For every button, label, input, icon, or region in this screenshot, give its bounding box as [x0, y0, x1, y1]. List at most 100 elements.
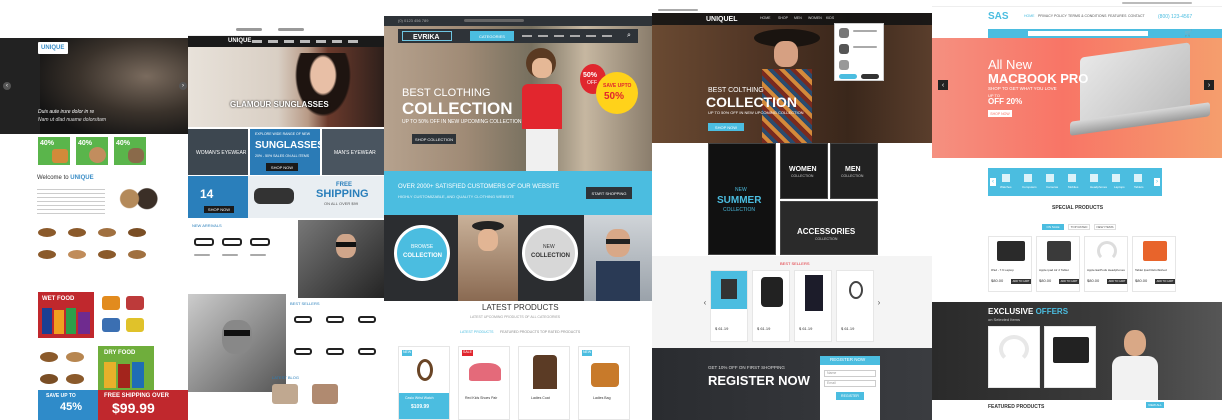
cart-dropdown[interactable]: [834, 23, 884, 81]
product-name: Ladies Coat: [531, 396, 550, 400]
sunglasses-logo[interactable]: UNIQUE: [228, 38, 251, 44]
carousel-prev-icon[interactable]: ‹: [702, 298, 708, 307]
register-section: GET 10% OFF ON FIRST SHOPPING REGISTER N…: [652, 348, 932, 420]
exclusive-product-card[interactable]: [988, 326, 1040, 388]
uniquel-product-card[interactable]: $ 61.19: [710, 270, 748, 342]
category-computers[interactable]: Computers: [1022, 186, 1037, 189]
sas-nav-terms[interactable]: TERMS & CONDITIONS: [1068, 14, 1107, 19]
uniquel-nav-women[interactable]: WOMEN: [808, 16, 822, 21]
sas-nav-privacy[interactable]: PRIVACY POLICY: [1038, 14, 1067, 19]
uniquel-nav-shop[interactable]: SHOP: [778, 16, 788, 21]
add-to-cart-button[interactable]: ADD TO CART: [1011, 279, 1031, 284]
sas-product-card[interactable]: Apple EarPods Headphones $80.00 ADD TO C…: [1084, 236, 1128, 292]
register-name-field[interactable]: Name: [824, 370, 876, 377]
promo-box-2[interactable]: 40%: [76, 137, 108, 165]
category-next-icon[interactable]: ›: [1154, 178, 1160, 186]
macbook-image: [1060, 42, 1220, 152]
evrika-logo-box[interactable]: EVRIKA: [402, 31, 452, 41]
hero-prev-icon[interactable]: ‹: [938, 80, 948, 90]
tab-top-rated[interactable]: TOP RATED: [1068, 224, 1090, 230]
unique-logo[interactable]: UNIQUE: [41, 45, 64, 51]
dry-food-banner[interactable]: DRY FOOD: [98, 346, 154, 392]
free-shipping-banner[interactable]: FREE SHIPPING OVER $99.99: [98, 390, 192, 420]
slider-next-icon[interactable]: ›: [179, 82, 187, 90]
register-submit-button[interactable]: REGISTER: [836, 392, 864, 400]
sas-nav-contact[interactable]: CONTACT: [1128, 14, 1145, 19]
sas-nav-features[interactable]: FEATURES: [1108, 14, 1126, 19]
uniquel-nav-home[interactable]: HOME: [760, 16, 771, 21]
add-to-cart-button[interactable]: ADD TO CART: [1107, 279, 1127, 284]
sas-product-card[interactable]: iPad - 7.9 Laptop $80.00 ADD TO CART: [988, 236, 1032, 292]
banner-shop-now-button[interactable]: SHOP NOW: [266, 163, 298, 171]
tab-top-rated-products[interactable]: TOP RATED PRODUCTS: [540, 330, 580, 335]
men-eyewear-tile[interactable]: MAN'S EYEWEAR: [322, 129, 388, 175]
categories-menu-button[interactable]: CATEGORIES: [470, 31, 514, 41]
product-badge: NEW: [582, 350, 593, 356]
tab-featured-products[interactable]: FEATURED PRODUCTS: [500, 330, 539, 335]
carousel-next-icon[interactable]: ›: [876, 298, 882, 307]
uniquel-product-card[interactable]: $ 61.19: [794, 270, 832, 342]
register-email-field[interactable]: Email: [824, 380, 876, 387]
exclusive-sub: on Selected Items: [988, 317, 1021, 322]
men-eyewear-label: MAN'S EYEWEAR: [334, 150, 376, 156]
uniquel-product-card[interactable]: $ 61.19: [752, 270, 790, 342]
tab-latest-products[interactable]: LATEST PRODUCTS: [460, 330, 494, 335]
category-mobiles[interactable]: Mobiles: [1068, 186, 1078, 189]
product-card[interactable]: Ladies Coat: [518, 346, 570, 420]
sas-product-card[interactable]: Tablet Ipad Refurbished $80.00 ADD TO CA…: [1132, 236, 1176, 292]
category-watches[interactable]: Watches: [1000, 186, 1012, 189]
sunglasses-hero: GLAMOUR SUNGLASSES: [188, 47, 388, 127]
category-headphones[interactable]: Headphones: [1090, 186, 1107, 189]
search-icon[interactable]: ⌕: [624, 31, 634, 41]
hero-next-icon[interactable]: ›: [1204, 80, 1214, 90]
browse-collection-circle[interactable]: BROWSE COLLECTION: [394, 225, 450, 281]
welcome-brand: UNIQUE: [70, 175, 94, 181]
evrika-nav: EVRIKA CATEGORIES ⌕: [398, 29, 638, 43]
category-prev-icon[interactable]: ‹: [990, 178, 996, 186]
sas-product-card[interactable]: Apple ipad Air 2 Tablet $80.00 ADD TO CA…: [1036, 236, 1080, 292]
accessories-collection-tile[interactable]: ACCESSORIES COLLECTION: [780, 201, 878, 255]
uniquel-product-card[interactable]: $ 61.19: [836, 270, 874, 342]
women-collection-tile[interactable]: WOMEN COLLECTION: [780, 143, 828, 199]
new-summer-tile[interactable]: NEW SUMMER COLLECTION: [708, 143, 776, 255]
uniquel-nav-men[interactable]: MEN: [794, 16, 802, 21]
shipping-shop-now-button[interactable]: SHOP NOW: [204, 206, 234, 213]
wet-food-banner[interactable]: WET FOOD: [38, 292, 94, 338]
product-card[interactable]: SALE Red Kids Shoes Pair: [458, 346, 510, 420]
evrika-hero: EVRIKA CATEGORIES ⌕ BEST CLOTHING COLLEC…: [384, 26, 652, 171]
shop-collection-button[interactable]: SHOP COLLECTION: [412, 134, 456, 144]
category-icons-bar: ‹ › Watches Computers Cameras Mobiles He…: [988, 168, 1162, 196]
uniquel-logo[interactable]: UNIQUEL: [706, 16, 738, 23]
add-to-cart-button[interactable]: ADD TO CART: [1059, 279, 1079, 284]
uniquel-nav-kids[interactable]: KIDS: [826, 16, 834, 21]
sunglasses-blue-banner[interactable]: EXPLORE WIDE RANGE OF NEW SUNGLASSES 20%…: [250, 129, 324, 175]
category-tablets[interactable]: Tablets: [1134, 186, 1144, 189]
dogs-photo: [112, 180, 162, 214]
sas-nav-home[interactable]: HOME: [1024, 14, 1035, 19]
promo-box-3[interactable]: 40%: [114, 137, 146, 165]
view-all-button[interactable]: VIEW ALL: [1146, 402, 1164, 408]
browse-collection-label: COLLECTION: [403, 253, 442, 259]
women-eyewear-tile[interactable]: WOMAN'S EYEWEAR: [188, 129, 248, 175]
category-laptops[interactable]: Laptops: [1114, 186, 1125, 189]
product-card[interactable]: NEW Ladies Bag: [578, 346, 630, 420]
exclusive-product-card[interactable]: [1044, 326, 1096, 388]
save-up-to-banner[interactable]: SAVE UP TO 45%: [38, 390, 98, 420]
add-to-cart-button[interactable]: ADD TO CART: [1155, 279, 1175, 284]
sas-search-input[interactable]: [1028, 31, 1148, 36]
sas-product-name: Apple ipad Air 2 Tablet: [1039, 268, 1069, 272]
tab-on-sale[interactable]: ON SALE: [1042, 224, 1064, 230]
tab-new-items[interactable]: NEW ITEMS: [1094, 224, 1116, 230]
promo-box-1[interactable]: 40%: [38, 137, 70, 165]
category-cameras[interactable]: Cameras: [1046, 186, 1058, 189]
sas-shop-now-button[interactable]: SHOP NOW: [988, 110, 1012, 117]
new-arrivals-heading: NEW ARRIVALS: [192, 223, 222, 228]
product-card[interactable]: NEW Casio Wrist Watch $109.99: [398, 346, 450, 420]
men-collection-tile[interactable]: MEN COLLECTION: [830, 143, 878, 199]
sas-logo[interactable]: SAS: [988, 12, 1009, 22]
new-collection-circle[interactable]: NEW COLLECTION: [522, 225, 578, 281]
uniquel-shop-now-button[interactable]: SHOP NOW: [708, 123, 744, 131]
slider-prev-icon[interactable]: ‹: [3, 82, 11, 90]
cart-icon[interactable]: 🛒: [1184, 29, 1193, 38]
start-shopping-button[interactable]: START SHOPPING: [586, 187, 632, 199]
